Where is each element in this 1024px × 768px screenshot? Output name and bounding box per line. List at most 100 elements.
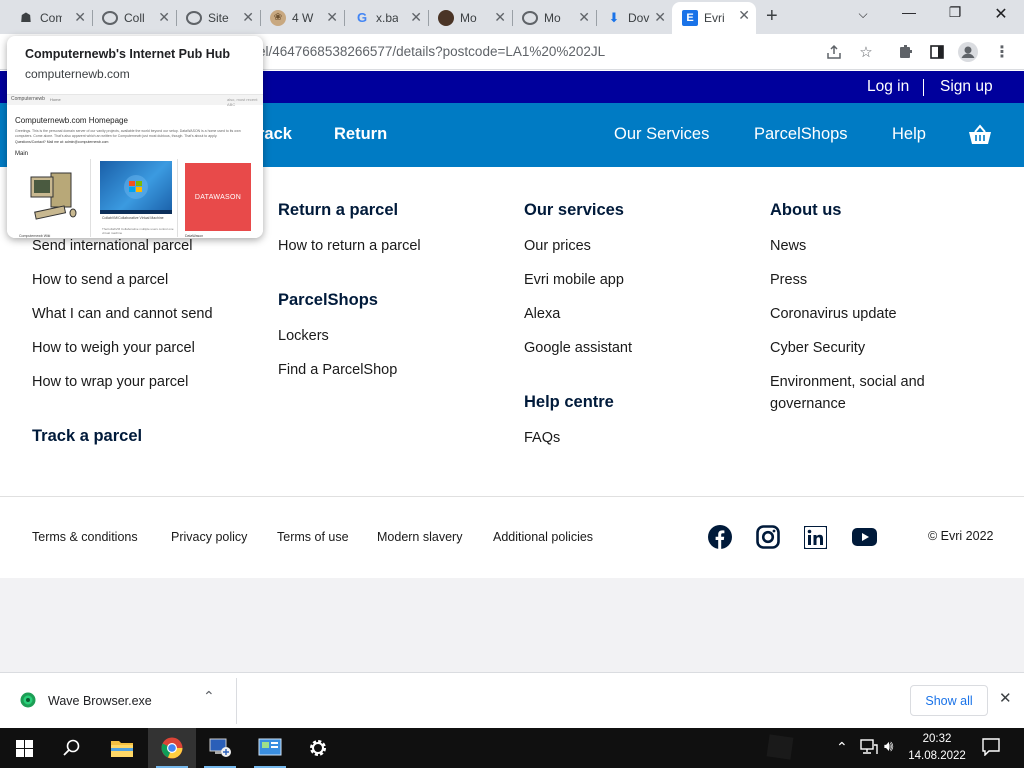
tab-title: Com xyxy=(40,10,62,25)
close-tab-icon[interactable]: ✕ xyxy=(326,9,338,26)
modern-slavery-link[interactable]: Modern slavery xyxy=(377,530,462,544)
taskbar-clock[interactable]: 20:32 14.08.2022 xyxy=(906,731,968,765)
tab[interactable]: ⬇ Dov ✕ xyxy=(596,4,672,31)
minimize-icon[interactable]: — xyxy=(886,4,932,20)
footer-link[interactable]: Evri mobile app xyxy=(524,272,624,288)
tab-title: Mo xyxy=(544,10,561,25)
footer-link[interactable]: What I can and cannot send xyxy=(32,306,213,322)
bookmark-star-icon[interactable]: ☆ xyxy=(856,42,876,62)
nav-our-services[interactable]: Our Services xyxy=(614,125,709,144)
instagram-icon[interactable] xyxy=(756,525,780,554)
address-bar[interactable]: el/4647668538266577/details?postcode=LA1… xyxy=(258,44,605,59)
footer-link[interactable]: Alexa xyxy=(524,306,560,322)
side-panel-icon[interactable] xyxy=(927,42,947,62)
facebook-icon[interactable] xyxy=(708,525,732,554)
footer-link[interactable]: News xyxy=(770,238,806,254)
tab-title: Mo xyxy=(460,10,477,25)
tab-active[interactable]: E Evri ✕ xyxy=(672,2,756,34)
show-hidden-icons-icon[interactable]: ⌃ xyxy=(836,739,848,756)
close-tab-icon[interactable]: ✕ xyxy=(494,9,506,26)
additional-policies-link[interactable]: Additional policies xyxy=(493,530,593,544)
signup-link[interactable]: Sign up xyxy=(940,78,993,96)
windows-start-icon[interactable] xyxy=(0,728,48,768)
login-link[interactable]: Log in xyxy=(867,78,909,96)
footer-link[interactable]: Send international parcel xyxy=(32,238,192,254)
tab-title: Evri xyxy=(704,11,725,25)
close-download-bar-icon[interactable]: ✕ xyxy=(999,689,1012,707)
chevron-up-icon[interactable]: ⌃ xyxy=(203,688,215,705)
terms-conditions-link[interactable]: Terms & conditions xyxy=(32,530,138,544)
show-all-button[interactable]: Show all xyxy=(910,685,988,716)
share-icon[interactable] xyxy=(824,42,844,62)
search-icon[interactable] xyxy=(48,728,96,768)
remote-desktop-icon[interactable] xyxy=(196,728,244,768)
tab-title: x.ba xyxy=(376,10,398,25)
download-item[interactable]: Wave Browser.exe xyxy=(48,694,152,708)
linkedin-icon[interactable] xyxy=(803,525,828,554)
footer-link[interactable]: Cyber Security xyxy=(770,340,865,356)
footer-link[interactable]: Press xyxy=(770,272,807,288)
footer-link[interactable]: FAQs xyxy=(524,430,560,446)
nav-return[interactable]: Return xyxy=(334,125,387,144)
new-tab-icon[interactable]: + xyxy=(766,5,778,28)
close-tab-icon[interactable]: ✕ xyxy=(578,9,590,26)
notifications-icon[interactable] xyxy=(982,738,1000,761)
footer-link[interactable]: Find a ParcelShop xyxy=(278,362,397,378)
footer-heading-track[interactable]: Track a parcel xyxy=(32,427,142,446)
tab[interactable]: Coll ✕ xyxy=(92,4,177,31)
thumb-caption-sub: TheCollabVM Collaborative multiple users… xyxy=(102,227,174,235)
footer-link[interactable]: How to weigh your parcel xyxy=(32,340,195,356)
tab[interactable]: Site ✕ xyxy=(176,4,261,31)
footer-link-esg[interactable]: Environment, social and xyxy=(770,374,925,390)
footer-heading-return[interactable]: Return a parcel xyxy=(278,201,398,220)
control-panel-icon[interactable] xyxy=(246,728,294,768)
footer-heading-services[interactable]: Our services xyxy=(524,201,624,220)
close-tab-icon[interactable]: ✕ xyxy=(158,9,170,26)
extensions-icon[interactable] xyxy=(896,42,916,62)
nav-help[interactable]: Help xyxy=(892,125,926,144)
close-tab-icon[interactable]: ✕ xyxy=(242,9,254,26)
settings-gear-icon[interactable] xyxy=(294,728,342,768)
tab[interactable]: ☗ Com ✕ xyxy=(8,4,93,31)
tab[interactable]: Mo ✕ xyxy=(428,4,513,31)
footer-link[interactable]: Google assistant xyxy=(524,340,632,356)
footer-link[interactable]: Lockers xyxy=(278,328,329,344)
close-tab-icon[interactable]: ✕ xyxy=(654,9,666,26)
nav-parcelshops[interactable]: ParcelShops xyxy=(754,125,848,144)
profile-avatar-icon[interactable] xyxy=(958,42,978,62)
network-icon[interactable] xyxy=(860,739,878,760)
close-tab-icon[interactable]: ✕ xyxy=(74,9,86,26)
tab-search-icon[interactable]: ⌵ xyxy=(840,7,886,22)
footer-heading-help-centre[interactable]: Help centre xyxy=(524,393,614,412)
thumb-contact: Questions/Contact? Mail me at: admin@com… xyxy=(15,140,109,144)
menu-kebab-icon[interactable]: ⋮ xyxy=(992,42,1012,62)
close-window-icon[interactable]: ✕ xyxy=(978,4,1024,24)
privacy-policy-link[interactable]: Privacy policy xyxy=(171,530,247,544)
youtube-icon[interactable] xyxy=(852,528,877,551)
footer-link-esg-cont[interactable]: governance xyxy=(770,396,846,412)
terms-of-use-link[interactable]: Terms of use xyxy=(277,530,349,544)
thumb-intro: Greetings. This is the personal domain s… xyxy=(15,129,241,138)
datawason-logo: DATAWASON xyxy=(194,193,242,201)
footer-link[interactable]: How to send a parcel xyxy=(32,272,168,288)
tab[interactable]: Mo ✕ xyxy=(512,4,597,31)
basket-icon[interactable] xyxy=(968,124,992,151)
footer-link[interactable]: Coronavirus update xyxy=(770,306,897,322)
thumb-heading: Computernewb.com Homepage xyxy=(15,116,128,125)
tab[interactable]: ❀ 4 W ✕ xyxy=(260,4,345,31)
chrome-icon[interactable] xyxy=(148,728,196,768)
file-explorer-icon[interactable] xyxy=(98,728,146,768)
footer-heading-about[interactable]: About us xyxy=(770,201,842,220)
tab[interactable]: G x.ba ✕ xyxy=(344,4,429,31)
restore-icon[interactable]: ❐ xyxy=(932,4,978,21)
nav-track[interactable]: rack xyxy=(258,125,292,144)
close-tab-icon[interactable]: ✕ xyxy=(738,7,750,24)
volume-icon[interactable]: 🔊︎ xyxy=(884,738,893,755)
footer-link[interactable]: Our prices xyxy=(524,238,591,254)
page-bottom-area xyxy=(0,578,1024,672)
footer-link[interactable]: How to return a parcel xyxy=(278,238,421,254)
tab-favicon-icon: ☗ xyxy=(20,9,32,25)
footer-heading-parcelshops[interactable]: ParcelShops xyxy=(278,291,378,310)
footer-link[interactable]: How to wrap your parcel xyxy=(32,374,188,390)
close-tab-icon[interactable]: ✕ xyxy=(410,9,422,26)
